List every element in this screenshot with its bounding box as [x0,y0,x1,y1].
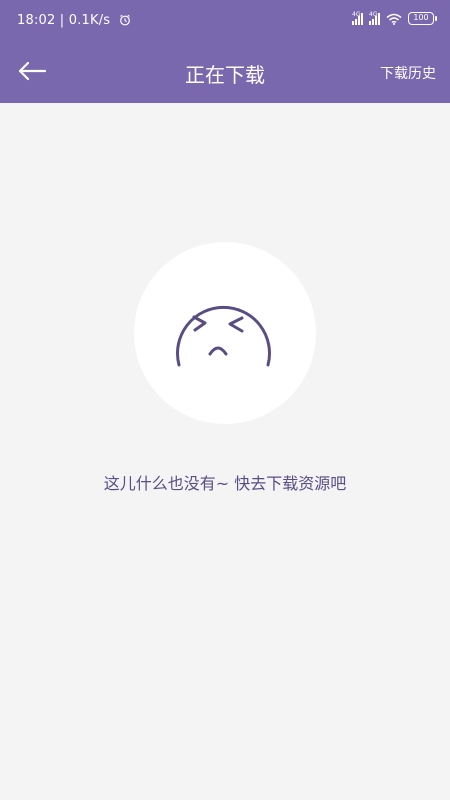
network-type-label-2: 4G [369,10,378,18]
alarm-icon [119,14,130,26]
wifi-icon [386,13,402,25]
title-bar: 正在下载 下载历史 [0,44,450,103]
signal-icon: 4G [352,10,363,25]
status-time: 18:02 | 0.1K/s [17,13,131,28]
empty-state-illustration [134,242,316,424]
network-type-label: 4G [352,10,361,18]
back-button[interactable] [16,58,48,84]
empty-state-message: 这儿什么也没有~ 快去下载资源吧 [103,474,347,493]
download-screen: 18:02 | 0.1K/s 4G 4G 100 正在下载 下载历史 这儿什么也… [0,0,450,800]
battery-icon: 100 [408,12,437,25]
signal-icon-2: 4G [369,10,380,25]
status-bar: 18:02 | 0.1K/s 4G 4G 100 [0,0,450,44]
status-icons: 4G 4G 100 [352,10,437,25]
arrow-left-icon [18,61,47,81]
sad-face-icon [176,305,271,367]
download-history-link[interactable]: 下载历史 [380,63,436,83]
status-time-text: 18:02 | 0.1K/s [17,13,111,28]
header: 18:02 | 0.1K/s 4G 4G 100 正在下载 下载历史 [0,0,450,103]
